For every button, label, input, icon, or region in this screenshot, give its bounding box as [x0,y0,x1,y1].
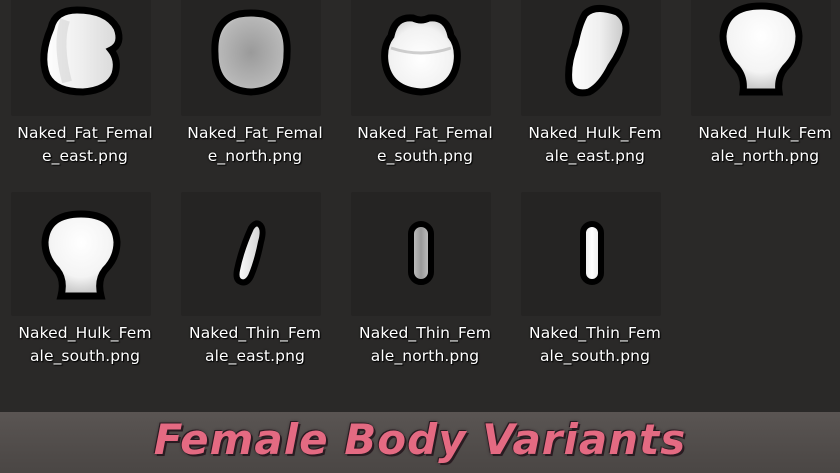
thumbnail[interactable] [11,0,151,116]
thumbnail[interactable] [521,192,661,316]
file-item[interactable]: Naked_Hulk_Fem ale_north.png [680,0,840,196]
file-item[interactable]: Naked_Thin_Fem ale_north.png [340,192,500,396]
thumbnail[interactable] [521,0,661,116]
thumbnail[interactable] [691,0,831,116]
thin-east-blob-icon [233,220,266,286]
file-item[interactable]: Naked_Fat_Femal e_east.png [0,0,160,196]
file-name: Naked_Fat_Femal e_south.png [357,124,493,165]
file-grid: Naked_Fat_Femal e_east.png Naked_Fat_Fem… [0,0,840,412]
file-name: Naked_Thin_Fem ale_north.png [359,324,491,365]
file-name: Naked_Fat_Femal e_east.png [17,124,153,165]
hulk-north-blob-icon [719,2,803,96]
banner-title: Female Body Variants [153,415,687,464]
thumbnail[interactable] [181,192,321,316]
file-item[interactable]: Naked_Hulk_Fem ale_south.png [0,192,160,396]
file-item[interactable]: Naked_Fat_Femal e_north.png [170,0,330,196]
file-item[interactable]: Naked_Thin_Fem ale_south.png [510,192,670,396]
file-item[interactable]: Naked_Thin_Fem ale_east.png [170,192,330,396]
thin-north-blob-icon [408,221,434,285]
file-name: Naked_Hulk_Fem ale_north.png [698,124,832,165]
fat-north-blob-icon [211,9,291,96]
file-name: Naked_Fat_Femal e_north.png [187,124,323,165]
fat-east-blob-icon [40,6,123,96]
file-name: Naked_Hulk_Fem ale_east.png [528,124,662,165]
file-name: Naked_Hulk_Fem ale_south.png [18,324,152,365]
file-item[interactable]: Naked_Fat_Femal e_south.png [340,0,500,196]
thumbnail[interactable] [181,0,321,116]
file-name: Naked_Thin_Fem ale_south.png [529,324,661,365]
file-name: Naked_Thin_Fem ale_east.png [189,324,321,365]
file-item[interactable]: Naked_Hulk_Fem ale_east.png [510,0,670,196]
hulk-south-blob-icon [41,210,121,300]
hulk-east-blob-icon [565,5,630,97]
thin-south-blob-icon [580,221,604,285]
file-explorer-window: Naked_Fat_Femal e_east.png Naked_Fat_Fem… [0,0,840,412]
thumbnail[interactable] [351,0,491,116]
thumbnail[interactable] [351,192,491,316]
fat-south-blob-icon [381,14,461,96]
thumbnail[interactable] [11,192,151,316]
